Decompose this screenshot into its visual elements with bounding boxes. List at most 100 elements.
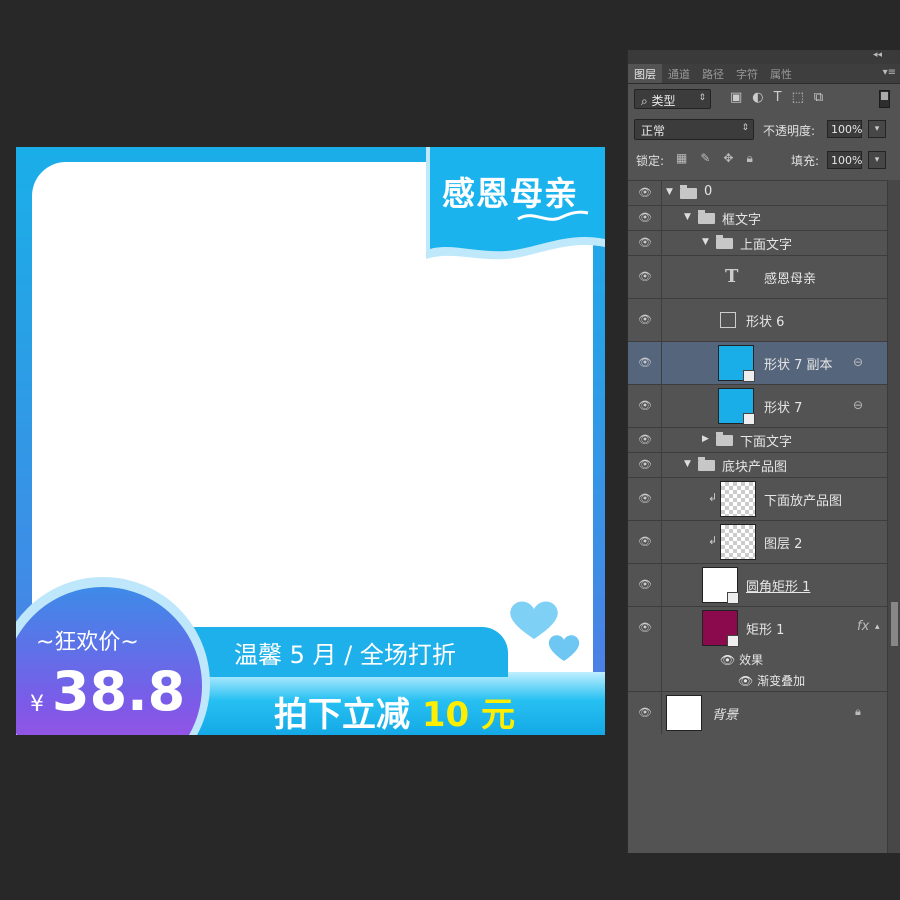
fill-input[interactable]: 100% — [827, 151, 862, 169]
layer-name: 感恩母亲 — [764, 272, 817, 287]
vector-mask-icon — [743, 370, 755, 382]
layer-row[interactable]: 👁︎ ↲ 下面放产品图 — [628, 477, 887, 520]
expand-arrow-closed-icon[interactable]: ▶ — [702, 434, 709, 444]
panel-tabs: 图层 通道 路径 字符 属性 ▾≡ — [628, 64, 900, 84]
layer-row[interactable]: 👁︎ ▶ 下面文字 — [628, 427, 887, 452]
layer-name: 底块产品图 — [722, 460, 788, 475]
folder-icon — [698, 210, 715, 224]
smart-object-filter-icon[interactable]: ⧉ — [814, 90, 833, 105]
filter-kind-select[interactable]: ⌕ 类型 ⇕ — [634, 89, 711, 109]
effect-eye-icon[interactable]: 👁︎ — [738, 674, 757, 688]
fill-dropdown-button[interactable]: ▾ — [868, 151, 886, 169]
layer-row[interactable]: 👁︎ ▼ 框文字 — [628, 205, 887, 230]
layer-row[interactable]: 👁︎ 圆角矩形 1 — [628, 563, 887, 606]
visibility-eye-icon[interactable]: 👁︎ — [628, 607, 662, 649]
tab-3[interactable]: 字符 — [730, 64, 764, 83]
subtitle-text: 温馨 5 月 / 全场打折 — [234, 641, 456, 669]
visibility-eye-icon[interactable]: 👁︎ — [628, 342, 662, 384]
layer-name: 图层 2 — [764, 537, 803, 552]
layer-name: 形状 7 副本 — [764, 358, 833, 373]
layer-row[interactable]: 👁︎ ▼ 0 — [628, 180, 887, 205]
visibility-eye-icon[interactable]: 👁︎ — [628, 453, 662, 477]
shape-filter-icon[interactable]: ⬚ — [792, 90, 814, 105]
visibility-eye-icon[interactable]: 👁︎ — [628, 181, 662, 205]
layer-row[interactable]: 👁︎ T 感恩母亲 — [628, 255, 887, 298]
layer-row[interactable]: 👁︎ ↲ 图层 2 — [628, 520, 887, 563]
layer-name: 0 — [704, 184, 713, 199]
text-layer-icon: T — [725, 266, 739, 287]
select-arrows-icon: ⇕ — [741, 123, 749, 133]
lock-all-icon[interactable]: 🔒︎ — [746, 151, 765, 165]
layers-panel: ◂◂ 图层 通道 路径 字符 属性 ▾≡ ⌕ 类型 ⇕ ▣◐T⬚⧉ 正常 ⇕ 不透明度: … — [627, 50, 900, 853]
tab-2[interactable]: 路径 — [696, 64, 730, 83]
expand-arrow-open-icon[interactable]: ▼ — [666, 187, 673, 197]
opacity-dropdown-button[interactable]: ▾ — [868, 120, 886, 138]
layers-scrollbar[interactable] — [887, 180, 900, 853]
clipping-mask-icon: ↲ — [708, 491, 718, 504]
folder-icon — [698, 457, 715, 471]
tab-0[interactable]: 图层 — [628, 64, 662, 83]
link-icon: ⊖ — [853, 355, 864, 369]
document-canvas[interactable]: 感恩母亲 温馨 5 月 / 全场打折 拍下立减 10 元 ~狂欢价~ ¥ 38.… — [16, 147, 605, 735]
layer-row[interactable]: 👁︎ ▼ 上面文字 — [628, 230, 887, 255]
blend-mode-select[interactable]: 正常 ⇕ — [634, 119, 754, 140]
image-filter-icon[interactable]: ▣ — [730, 90, 752, 105]
visibility-eye-icon[interactable]: 👁︎ — [628, 231, 662, 255]
expand-arrow-open-icon[interactable]: ▼ — [684, 459, 691, 469]
scrollbar-thumb[interactable] — [891, 602, 898, 646]
vector-mask-icon — [743, 413, 755, 425]
fx-icon[interactable]: fx — [857, 619, 869, 634]
expand-arrow-open-icon[interactable]: ▼ — [702, 237, 709, 247]
visibility-eye-icon[interactable]: 👁︎ — [628, 299, 662, 341]
layer-row[interactable]: 👁︎ 形状 7 副本 ⊖ — [628, 341, 887, 384]
visibility-eye-icon[interactable]: 👁︎ — [628, 428, 662, 452]
layer-row[interactable]: 👁︎ ▼ 底块产品图 — [628, 452, 887, 477]
price-badge-label: ~狂欢价~ — [36, 630, 139, 655]
tab-4[interactable]: 属性 — [764, 64, 798, 83]
layer-row[interactable]: 👁︎ 渐变叠加 — [628, 670, 887, 691]
lock-position-move-icon[interactable]: ✥ — [723, 151, 746, 165]
vector-mask-icon — [727, 592, 739, 604]
cta-highlight: 10 元 — [421, 695, 515, 735]
effect-eye-icon[interactable]: 👁︎ — [720, 653, 739, 667]
title-wave-decoration — [517, 210, 589, 221]
collapse-icon[interactable]: ◂◂ — [873, 50, 882, 60]
layer-row[interactable]: 👁︎ 矩形 1 fx ▴ — [628, 606, 887, 649]
visibility-eye-icon[interactable]: 👁︎ — [628, 385, 662, 427]
vector-mask-icon — [727, 635, 739, 647]
layer-row[interactable]: 👁︎ 背景 🔒︎ — [628, 691, 887, 734]
layer-name: 框文字 — [722, 213, 762, 228]
visibility-eye-icon[interactable]: 👁︎ — [628, 564, 662, 606]
layer-row[interactable]: 👁︎ 形状 6 — [628, 298, 887, 341]
tab-1[interactable]: 通道 — [662, 64, 696, 83]
opacity-input[interactable]: 100% — [827, 120, 862, 138]
layer-name: 下面文字 — [740, 435, 793, 450]
lock-transparency-icon[interactable]: ▦ — [676, 151, 700, 165]
adjustment-filter-icon[interactable]: ◐ — [752, 90, 773, 105]
search-icon: ⌕ — [641, 94, 652, 108]
visibility-eye-icon[interactable]: 👁︎ — [628, 521, 662, 563]
folder-icon — [716, 432, 733, 446]
filter-toggle[interactable] — [879, 90, 890, 108]
layer-thumbnail — [720, 481, 756, 517]
type-filter-icon[interactable]: T — [774, 90, 792, 105]
layer-row[interactable]: 👁︎ 形状 7 ⊖ — [628, 384, 887, 427]
layer-thumbnail — [666, 695, 702, 731]
layer-name: 下面放产品图 — [764, 494, 843, 509]
visibility-eye-icon[interactable]: 👁︎ — [628, 692, 662, 734]
visibility-eye-icon[interactable]: 👁︎ — [628, 206, 662, 230]
layer-row[interactable]: 👁︎ 效果 — [628, 649, 887, 670]
hearts-decoration — [510, 601, 580, 661]
lock-icon: 🔒︎ — [855, 705, 861, 718]
panel-menu-icon[interactable]: ▾≡ — [883, 67, 896, 78]
fx-expand-arrow-icon[interactable]: ▴ — [875, 622, 880, 632]
cta-prefix: 拍下立减 — [274, 695, 422, 735]
visibility-eye-icon[interactable]: 👁︎ — [628, 256, 662, 298]
title-part-1: 感恩 — [442, 174, 510, 213]
lock-pixels-brush-icon[interactable]: ✎ — [700, 151, 723, 165]
visibility-eye-icon[interactable]: 👁︎ — [628, 478, 662, 520]
lock-options: ▦✎✥🔒︎ — [676, 151, 766, 166]
shape-thumbnail — [720, 312, 736, 328]
expand-arrow-open-icon[interactable]: ▼ — [684, 212, 691, 222]
layer-name: 形状 7 — [764, 401, 803, 416]
